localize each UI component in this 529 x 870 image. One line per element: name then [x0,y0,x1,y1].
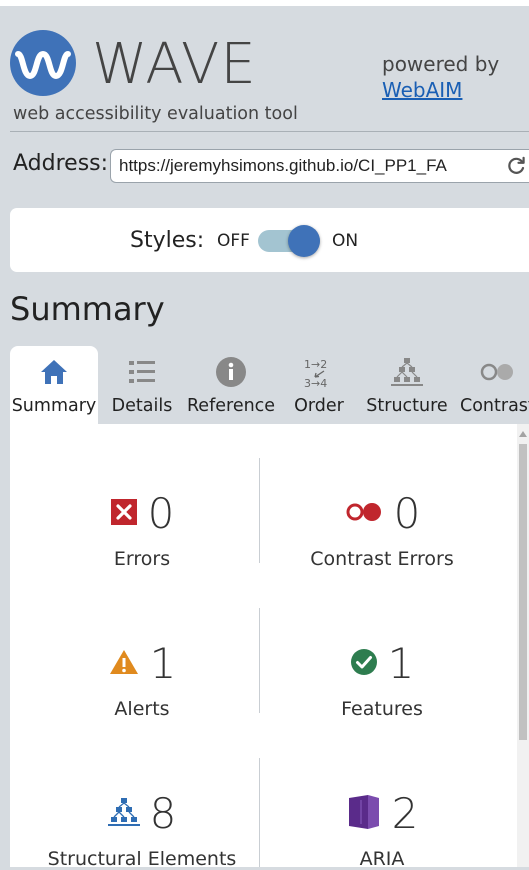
powered-by-label: powered by [382,52,500,76]
alerts-label: Alerts [114,698,170,720]
stat-contrast-errors[interactable]: 0 Contrast Errors [262,489,502,571]
styles-panel: Styles: OFF ON [10,208,529,272]
summary-heading: Summary [10,290,165,328]
errors-label: Errors [113,548,171,570]
wave-logo-icon [10,30,76,96]
address-label: Address: [13,151,109,176]
contrast-errors-count: 0 [393,489,421,538]
svg-text:1→2: 1→2 [304,358,327,371]
tab-summary[interactable]: Summary [10,346,98,424]
structure-icon [107,797,140,831]
info-icon [186,356,276,388]
styles-label: Styles: [130,228,205,253]
structure-icon [362,356,452,388]
tab-label: Order [294,396,344,416]
stat-features[interactable]: 1 Features [262,639,502,721]
tab-label: Structure [366,396,448,416]
feature-check-icon [350,648,378,680]
features-count: 1 [387,639,415,688]
stat-structural-elements[interactable]: 8 Structural Elements [22,790,262,870]
header-divider [10,131,529,132]
errors-count: 0 [147,489,175,538]
webaim-link[interactable]: WebAIM [382,77,499,103]
scroll-up-arrow-icon[interactable] [519,431,527,437]
features-label: Features [341,698,423,720]
scrollbar-thumb[interactable] [519,444,527,740]
tab-label: Reference [186,396,276,416]
list-icon [106,356,178,388]
powered-by: powered by WebAIM [382,51,499,103]
order-icon: 1→2 3→4 [286,356,352,388]
tab-reference[interactable]: Reference [186,346,276,424]
aria-icon [346,794,382,834]
tab-order[interactable]: 1→2 3→4 Order [286,346,352,424]
address-input[interactable]: https://jeremyhsimons.github.io/CI_PP1_F… [110,149,529,183]
tab-label: Summary [11,396,97,416]
contrast-error-icon [344,500,384,528]
alert-icon [108,648,140,680]
top-strip [0,0,529,6]
structural-count: 8 [149,789,177,838]
home-icon [10,356,98,388]
tab-label: Details [111,396,173,416]
styles-on-label: ON [332,231,359,251]
aria-count: 2 [391,789,419,838]
error-icon [110,498,138,530]
stat-alerts[interactable]: 1 Alerts [22,640,262,720]
alerts-count: 1 [149,639,177,688]
app-title: WAVE [92,32,257,97]
tab-bar: Summary Details Reference 1→2 3→4 Order … [10,346,529,424]
app-tagline: web accessibility evaluation tool [13,104,298,124]
tab-contrast[interactable]: Contrast [458,346,529,424]
svg-text:3→4: 3→4 [304,377,327,388]
tab-details[interactable]: Details [106,346,178,424]
tab-label: Contrast [460,396,529,416]
contrast-errors-label: Contrast Errors [310,548,454,570]
refresh-icon[interactable] [505,155,527,177]
contrast-icon [458,356,529,388]
styles-toggle-knob[interactable] [288,225,320,257]
styles-off-label: OFF [217,231,250,251]
stat-errors[interactable]: 0 Errors [22,490,262,570]
tab-structure[interactable]: Structure [362,346,452,424]
stat-aria[interactable]: 2 ARIA [262,790,502,870]
